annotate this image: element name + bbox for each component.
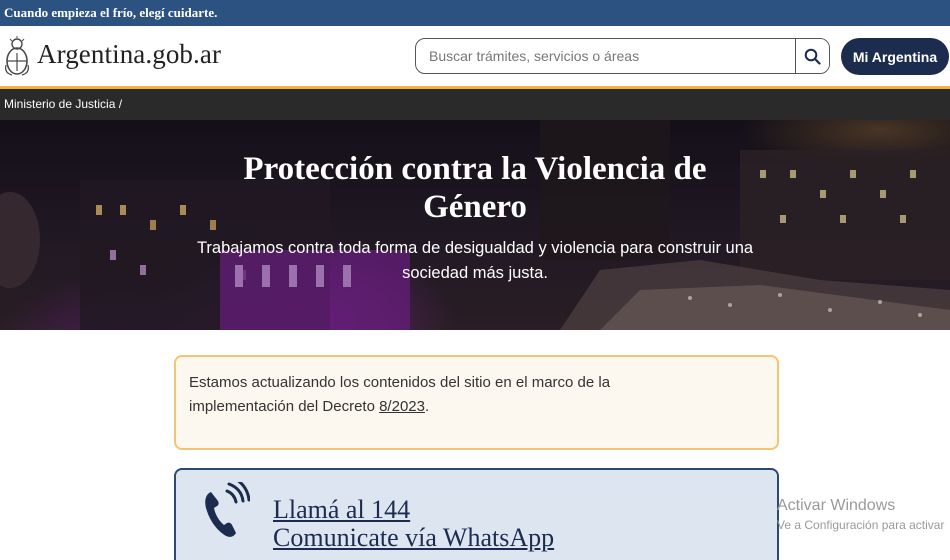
watermark-subtitle: Ve a Configuración para activar: [777, 518, 945, 532]
whatsapp-link[interactable]: Comunicate vía WhatsApp: [273, 524, 554, 552]
phone-icon: [205, 482, 250, 537]
breadcrumb-separator: /: [118, 97, 123, 111]
breadcrumb-item-ministerio[interactable]: Ministerio de Justicia: [4, 97, 115, 111]
notice-text-line-1: Estamos actualizando los contenidos del …: [189, 374, 611, 391]
search-button[interactable]: [795, 39, 829, 73]
search-icon: [804, 48, 821, 65]
mi-argentina-button[interactable]: Mi Argentina: [841, 38, 949, 75]
notice-text-line-2-prefix: implementación del Decreto: [189, 398, 380, 415]
search-input[interactable]: [416, 39, 796, 73]
windows-activation-watermark: Activar Windows Ve a Configuración para …: [777, 496, 950, 534]
breadcrumb: Ministerio de Justicia /: [0, 89, 950, 120]
page-title: Protección contra la Violencia de Género: [150, 150, 800, 226]
notice-text-line-2-suffix: .: [424, 398, 430, 415]
update-notice: Estamos actualizando los contenidos del …: [174, 355, 779, 450]
site-name-logo[interactable]: Argentina.gob.ar: [37, 39, 221, 70]
help-contact-card: Llamá al 144 Comunicate vía WhatsApp: [174, 468, 779, 560]
page-title-line-1: Protección contra la Violencia de: [243, 151, 707, 187]
call-144-link[interactable]: Llamá al 144: [273, 496, 410, 524]
page-subtitle-line-1: Trabajamos contra toda forma de desigual…: [196, 239, 754, 257]
page-title-line-2: Género: [423, 189, 527, 225]
banner-text[interactable]: Cuando empieza el frío, elegí cuidarte.: [4, 5, 217, 20]
page-subtitle: Trabajamos contra toda forma de desigual…: [160, 236, 790, 286]
hero-banner: Protección contra la Violencia de Género…: [0, 120, 950, 330]
search-box: [415, 38, 830, 74]
watermark-title: Activar Windows: [777, 497, 896, 514]
site-header: Argentina.gob.ar Mi Argentina: [0, 26, 950, 86]
page-subtitle-line-2: sociedad más justa.: [402, 264, 548, 282]
national-coat-of-arms-icon[interactable]: [4, 35, 30, 77]
top-announcement-banner[interactable]: Cuando empieza el frío, elegí cuidarte.: [0, 0, 950, 26]
mi-argentina-label: Mi Argentina: [852, 48, 938, 65]
decree-link[interactable]: 8/2023: [379, 398, 425, 415]
